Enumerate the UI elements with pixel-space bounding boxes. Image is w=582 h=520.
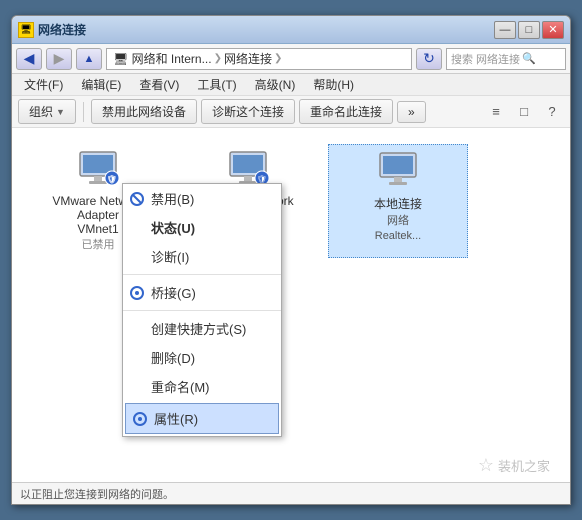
help-icon-button[interactable]: ? xyxy=(540,100,564,124)
preview-button[interactable]: □ xyxy=(512,100,536,124)
breadcrumb[interactable]: 🖥 网络和 Intern... ❯ 网络连接 ❯ xyxy=(106,48,412,70)
ctx-status[interactable]: 状态(U) xyxy=(123,213,281,242)
toolbar-right: ≡ □ ? xyxy=(484,100,564,124)
watermark-text: 装机之家 xyxy=(498,456,550,475)
disable-icon xyxy=(129,191,145,207)
context-menu: 禁用(B) 状态(U) 诊断(I) 桥接(G) xyxy=(122,183,282,437)
toolbar: 组织 ▼ 禁用此网络设备 诊断这个连接 重命名此连接 » ≡ □ ? xyxy=(12,96,570,128)
ctx-bridge[interactable]: 桥接(G) xyxy=(123,278,281,307)
title-bar: 🖥 网络连接 — □ ✕ xyxy=(12,16,570,44)
back-button[interactable]: ◀ xyxy=(16,48,42,70)
title-bar-left: 🖥 网络连接 xyxy=(18,21,86,38)
breadcrumb-sep: ❯ xyxy=(214,53,222,64)
up-button[interactable]: ▲ xyxy=(76,48,102,70)
status-text: 以正阻止您连接到网络的问题。 xyxy=(20,486,174,502)
menu-help[interactable]: 帮助(H) xyxy=(305,74,362,95)
forward-button[interactable]: ▶ xyxy=(46,48,72,70)
vmnet1-icon: 🛡 xyxy=(74,150,122,190)
svg-text:🛡: 🛡 xyxy=(107,174,117,184)
bridge-icon xyxy=(129,285,145,301)
search-icon: 🔍 xyxy=(522,52,536,65)
search-box[interactable]: 搜索 网络连接 🔍 xyxy=(446,48,566,70)
properties-icon xyxy=(132,411,148,427)
breadcrumb-item-2: 网络连接 xyxy=(224,50,272,67)
maximize-button[interactable]: □ xyxy=(518,21,540,39)
organize-arrow: ▼ xyxy=(56,107,65,117)
main-window: 🖥 网络连接 — □ ✕ ◀ ▶ ▲ 🖥 网络和 Intern... ❯ 网络连… xyxy=(11,15,571,505)
diagnose-button[interactable]: 诊断这个连接 xyxy=(201,99,295,124)
vmnet1-status: 已禁用 xyxy=(82,236,115,252)
window-icon: 🖥 xyxy=(18,22,34,38)
toolbar-separator-1 xyxy=(83,102,84,122)
local-icon xyxy=(374,151,422,191)
ctx-diagnose[interactable]: 诊断(I) xyxy=(123,242,281,271)
ctx-delete[interactable]: 删除(D) xyxy=(123,343,281,372)
content-area: 🛡 VMware Network AdapterVMnet1 已禁用 🛡 xyxy=(12,128,570,482)
address-bar: ◀ ▶ ▲ 🖥 网络和 Intern... ❯ 网络连接 ❯ ↻ 搜索 网络连接… xyxy=(12,44,570,74)
close-button[interactable]: ✕ xyxy=(542,21,564,39)
menu-advanced[interactable]: 高级(N) xyxy=(247,74,304,95)
breadcrumb-sep2: ❯ xyxy=(274,53,282,64)
breadcrumb-item-1: 🖥 网络和 Intern... xyxy=(113,50,212,67)
ctx-shortcut[interactable]: 创建快捷方式(S) xyxy=(123,314,281,343)
menu-view[interactable]: 查看(V) xyxy=(131,74,187,95)
status-bar: 以正阻止您连接到网络的问题。 ☆ 装机之家 xyxy=(12,482,570,504)
menu-edit[interactable]: 编辑(E) xyxy=(73,74,129,95)
rename-button[interactable]: 重命名此连接 xyxy=(299,99,393,124)
local-name: 本地连接网络Realtek... xyxy=(374,195,422,242)
menu-bar: 文件(F) 编辑(E) 查看(V) 工具(T) 高级(N) 帮助(H) xyxy=(12,74,570,96)
organize-button[interactable]: 组织 ▼ xyxy=(18,99,76,124)
main-content: 🛡 VMware Network AdapterVMnet1 已禁用 🛡 xyxy=(12,128,570,482)
watermark: ☆ 装机之家 xyxy=(478,455,550,476)
search-placeholder: 搜索 网络连接 xyxy=(451,51,520,67)
minimize-button[interactable]: — xyxy=(494,21,516,39)
ctx-disable[interactable]: 禁用(B) xyxy=(123,184,281,213)
disable-network-button[interactable]: 禁用此网络设备 xyxy=(91,99,197,124)
menu-tools[interactable]: 工具(T) xyxy=(189,74,244,95)
adapter-local[interactable]: 本地连接网络Realtek... xyxy=(328,144,468,258)
view-toggle-button[interactable]: ≡ xyxy=(484,100,508,124)
ctx-sep-2 xyxy=(123,310,281,311)
refresh-button[interactable]: ↻ xyxy=(416,48,442,70)
menu-file[interactable]: 文件(F) xyxy=(16,74,71,95)
ctx-rename[interactable]: 重命名(M) xyxy=(123,372,281,401)
ctx-properties[interactable]: 属性(R) xyxy=(125,403,279,434)
window-title: 网络连接 xyxy=(38,21,86,38)
watermark-star: ☆ xyxy=(478,455,494,476)
title-controls: — □ ✕ xyxy=(494,21,564,39)
ctx-sep-1 xyxy=(123,274,281,275)
more-button[interactable]: » xyxy=(397,101,426,123)
